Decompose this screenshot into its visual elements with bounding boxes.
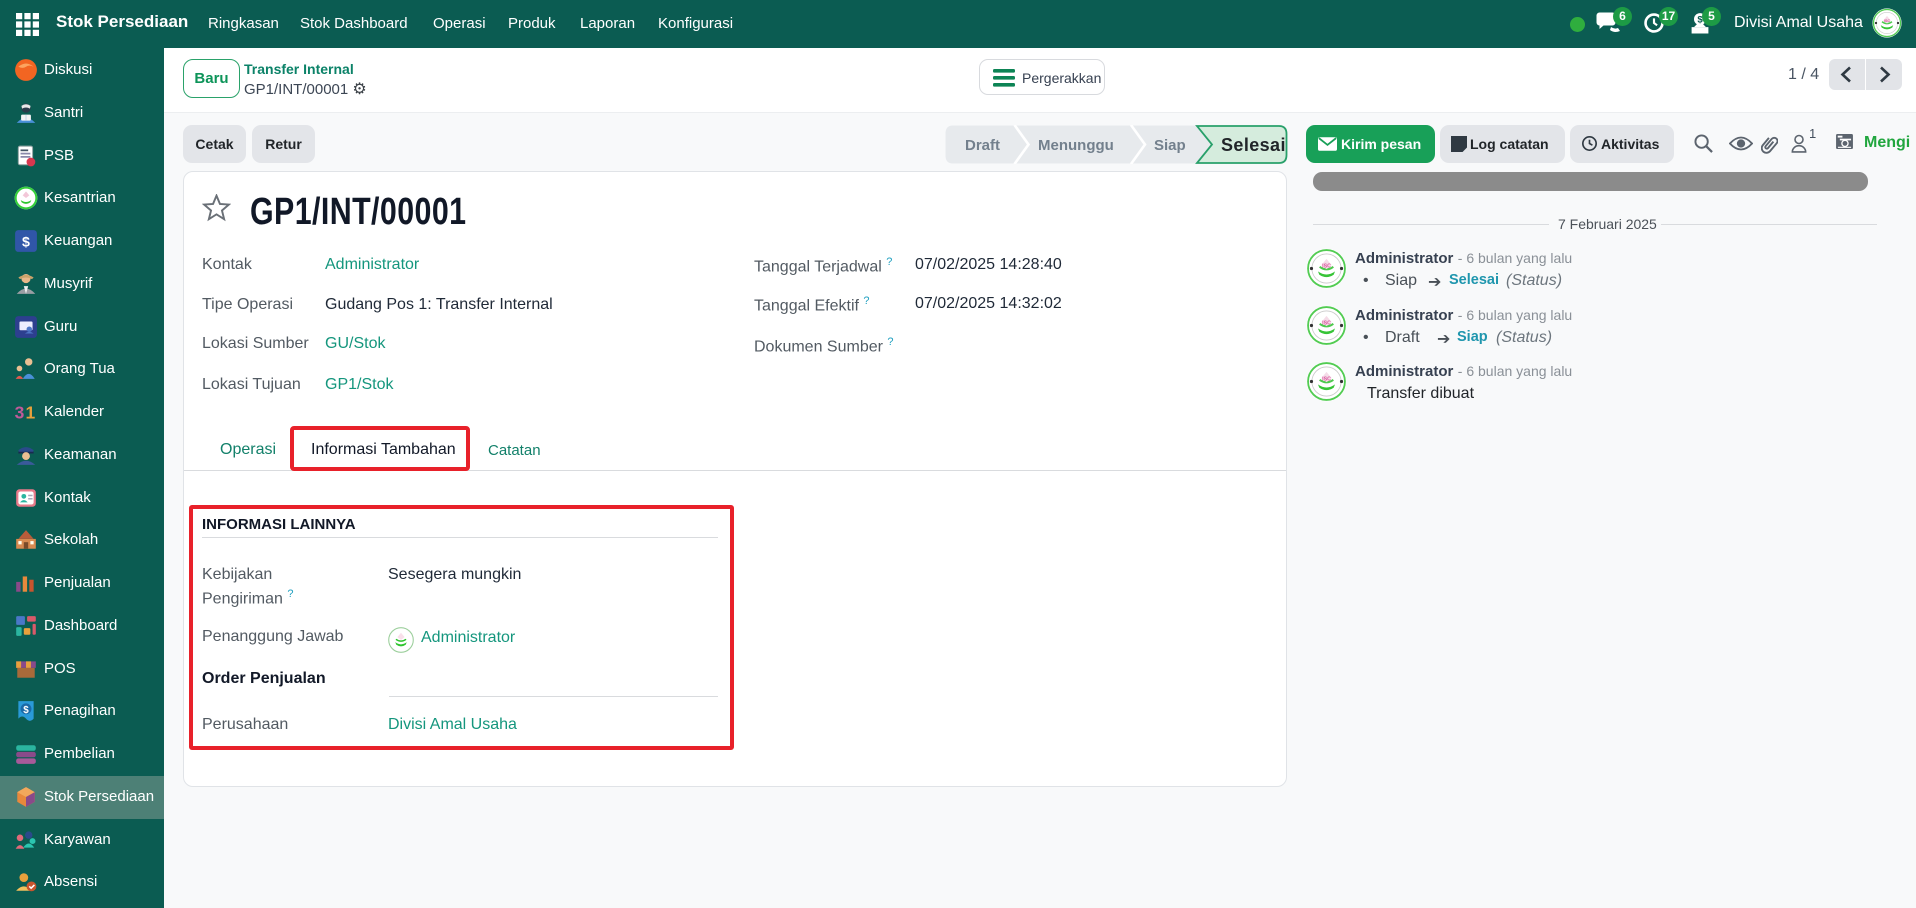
svg-text:Siap: Siap	[1154, 137, 1186, 154]
svg-text:ISC: ISC	[1322, 263, 1331, 269]
svg-text:$: $	[22, 234, 30, 250]
svg-text:$: $	[23, 705, 29, 716]
svg-text:Selesai: Selesai	[1221, 135, 1286, 155]
svg-text:ISC: ISC	[1322, 376, 1331, 382]
svg-text:3: 3	[15, 403, 25, 423]
svg-text:ISC: ISC	[1884, 19, 1891, 23]
svg-text:Draft: Draft	[965, 137, 1000, 154]
svg-text:ISC: ISC	[1322, 320, 1331, 326]
svg-text:1: 1	[26, 403, 36, 423]
svg-text:Menunggu: Menunggu	[1038, 137, 1114, 154]
